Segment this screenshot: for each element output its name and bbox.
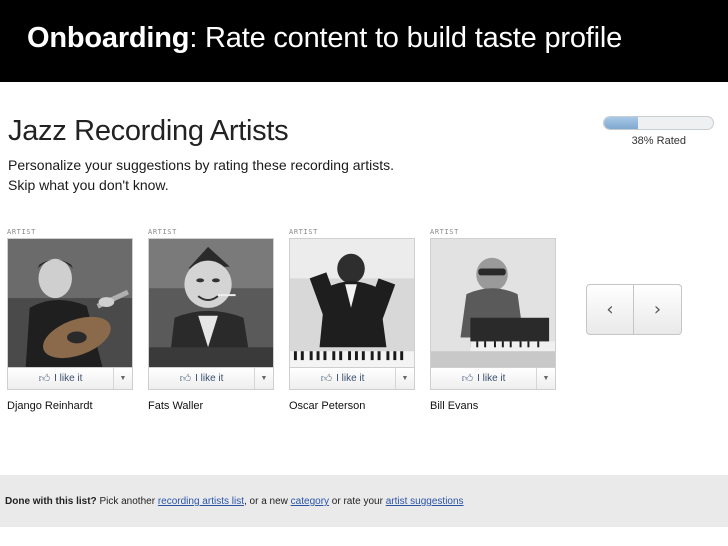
caret-down-icon[interactable]: ▼	[396, 368, 414, 389]
page-subtitle: Personalize your suggestions by rating t…	[8, 155, 394, 195]
rating-progress-label: 38% Rated	[631, 135, 686, 147]
artist-card: ARTIST 👍︎ I like it ▼ Django Reinhardt	[7, 228, 133, 412]
caret-down-icon[interactable]: ▼	[114, 368, 132, 389]
artist-photo[interactable]	[7, 238, 133, 368]
like-control: 👍︎ I like it ▼	[289, 368, 415, 390]
card-tag: ARTIST	[289, 228, 318, 236]
artist-photo[interactable]	[430, 238, 556, 368]
carousel-nav: ‹ ›	[586, 284, 682, 335]
previous-button[interactable]: ‹	[586, 284, 634, 335]
footer-text-1: Pick another	[96, 496, 158, 507]
artist-card: ARTIST 👍︎ I like it ▼ Oscar Peterson	[289, 228, 415, 412]
artist-photo[interactable]	[289, 238, 415, 368]
like-control: 👍︎ I like it ▼	[148, 368, 274, 390]
like-button[interactable]: 👍︎ I like it	[8, 368, 114, 389]
caret-down-icon[interactable]: ▼	[537, 368, 555, 389]
thumbs-up-icon: 👍︎	[320, 373, 333, 385]
like-label: I like it	[54, 373, 83, 384]
artist-name: Fats Waller	[148, 400, 204, 412]
like-button[interactable]: 👍︎ I like it	[431, 368, 537, 389]
card-tag: ARTIST	[430, 228, 459, 236]
footer-text-3: or rate your	[329, 496, 386, 507]
artist-name: Oscar Peterson	[289, 400, 366, 412]
rating-progress-fill	[604, 117, 638, 129]
rating-progress-bar	[603, 116, 714, 130]
footer-bar: Done with this list? Pick another record…	[0, 475, 728, 527]
like-label: I like it	[477, 373, 506, 384]
like-control: 👍︎ I like it ▼	[7, 368, 133, 390]
chevron-right-icon: ›	[653, 299, 662, 320]
thumbs-up-icon: 👍︎	[179, 373, 192, 385]
banner-title-rest: : Rate content to build taste profile	[189, 22, 623, 54]
category-link[interactable]: category	[291, 496, 329, 507]
artist-suggestions-link[interactable]: artist suggestions	[386, 496, 464, 507]
like-control: 👍︎ I like it ▼	[430, 368, 556, 390]
thumbs-up-icon: 👍︎	[461, 373, 474, 385]
artist-photo[interactable]	[148, 238, 274, 368]
artist-card: ARTIST 👍︎ I like it ▼ Fats Waller	[148, 228, 274, 412]
artist-name: Django Reinhardt	[7, 400, 93, 412]
subtitle-line-1: Personalize your suggestions by rating t…	[8, 157, 394, 173]
artist-name: Bill Evans	[430, 400, 479, 412]
card-tag: ARTIST	[148, 228, 177, 236]
banner-title: Onboarding: Rate content to build taste …	[27, 22, 622, 55]
footer-text-2: , or a new	[243, 496, 291, 507]
caret-down-icon[interactable]: ▼	[255, 368, 273, 389]
like-label: I like it	[336, 373, 365, 384]
next-button[interactable]: ›	[634, 284, 682, 335]
footer-lead: Done with this list?	[5, 496, 97, 507]
thumbs-up-icon: 👍︎	[38, 373, 51, 385]
subtitle-line-2: Skip what you don't know.	[8, 177, 169, 193]
page-title: Jazz Recording Artists	[8, 115, 289, 147]
recording-artists-list-link[interactable]: recording artists list	[158, 496, 244, 507]
card-tag: ARTIST	[7, 228, 36, 236]
like-button[interactable]: 👍︎ I like it	[290, 368, 396, 389]
onboarding-banner: Onboarding: Rate content to build taste …	[0, 0, 728, 82]
like-button[interactable]: 👍︎ I like it	[149, 368, 255, 389]
banner-title-bold: Onboarding	[27, 22, 190, 54]
footer-text: Done with this list? Pick another record…	[5, 496, 464, 507]
like-label: I like it	[195, 373, 224, 384]
chevron-left-icon: ‹	[606, 299, 614, 320]
artist-card: ARTIST 👍︎ I like it ▼ Bill Evans	[430, 228, 556, 412]
